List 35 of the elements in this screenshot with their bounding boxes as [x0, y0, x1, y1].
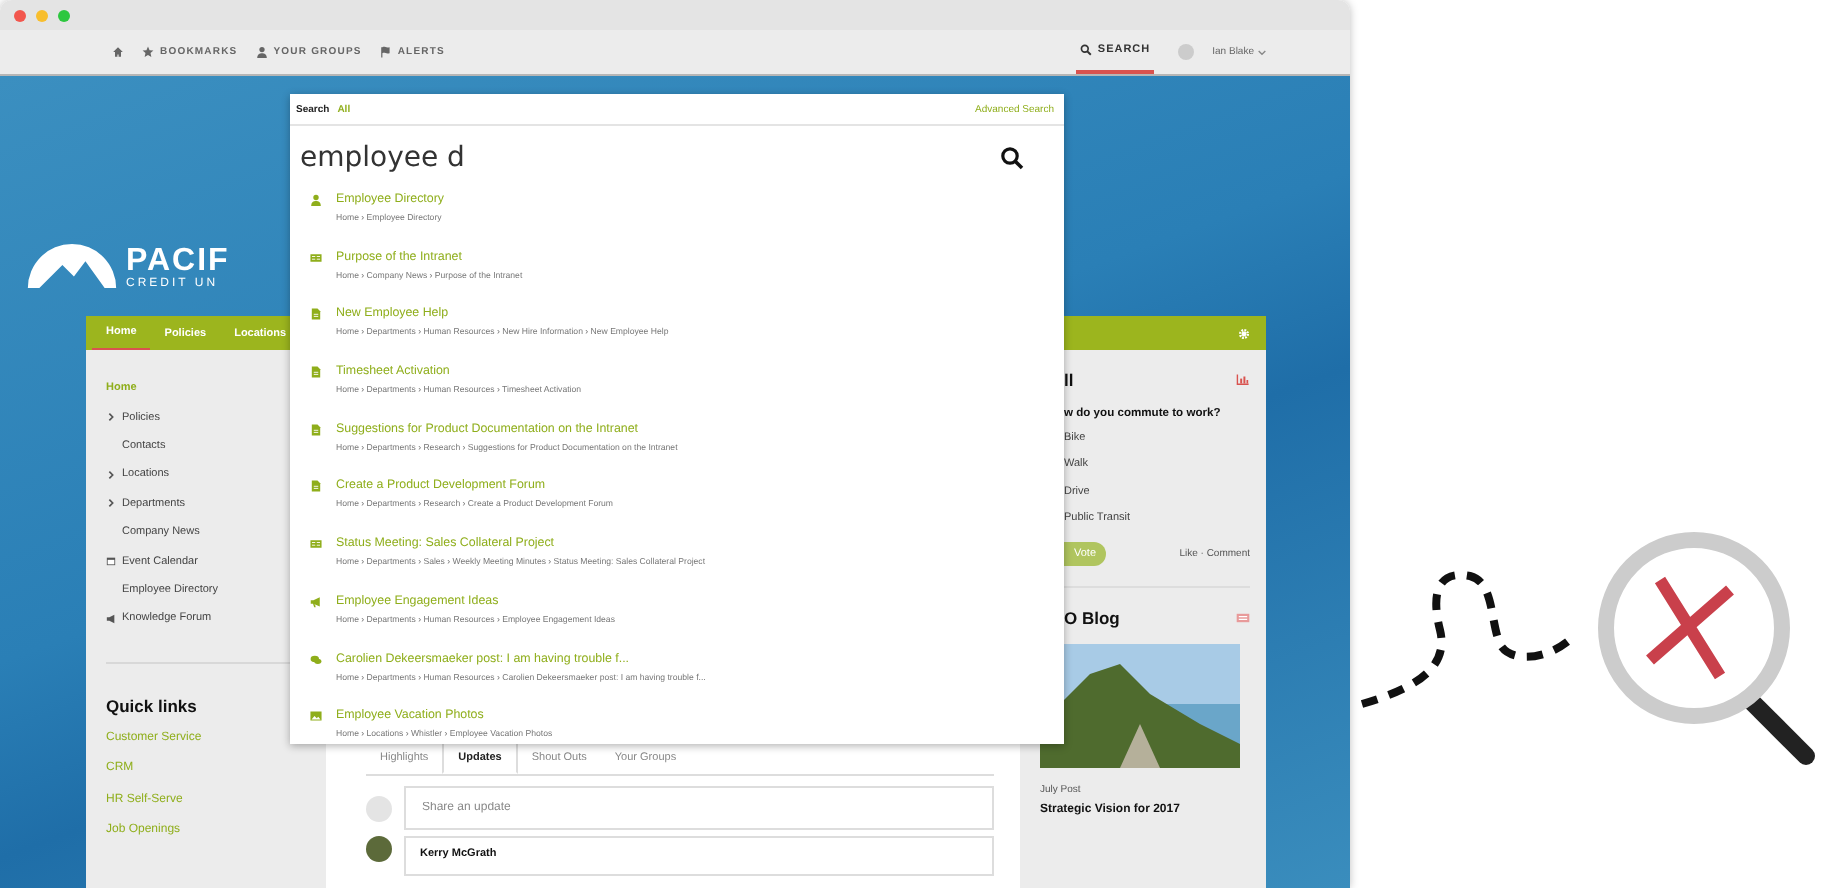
bar-chart-icon: [1236, 374, 1250, 386]
mountain-logo-icon: [24, 242, 120, 292]
avatar[interactable]: [1178, 44, 1195, 60]
search-icon: [1079, 44, 1092, 56]
avatar: [366, 836, 392, 862]
news-icon: [1236, 612, 1250, 625]
image-icon: [310, 710, 322, 723]
avatar: [366, 795, 392, 821]
close-dot[interactable]: [14, 9, 26, 21]
megaphone-icon: [106, 613, 116, 624]
flag-icon: [379, 46, 392, 58]
minimize-dot[interactable]: [36, 9, 48, 21]
settings-icon[interactable]: [1238, 327, 1250, 339]
document-icon: [310, 423, 322, 436]
quick-links-title: Quick links: [106, 695, 197, 716]
caret-icon: [1258, 49, 1266, 55]
home-link[interactable]: [112, 46, 124, 58]
document-icon: [310, 366, 322, 379]
star-icon: [142, 46, 154, 58]
logo-name: PACIF: [126, 245, 230, 277]
search-field[interactable]: employee d: [300, 142, 1000, 174]
poll-title: ll: [1064, 370, 1074, 390]
home-icon: [112, 46, 124, 58]
calendar-icon: [106, 556, 116, 567]
chat-bubbles-icon: [310, 653, 322, 665]
maximize-dot[interactable]: [58, 9, 70, 21]
document-icon: [310, 480, 322, 493]
search-icon[interactable]: [1000, 146, 1024, 170]
user-icon: [255, 46, 268, 58]
megaphone-icon: [310, 595, 322, 608]
newspaper-icon: [310, 251, 322, 264]
blog-title: O Blog: [1064, 608, 1120, 629]
person-icon: [310, 194, 322, 206]
document-icon: [310, 308, 322, 321]
newspaper-icon: [310, 538, 322, 551]
